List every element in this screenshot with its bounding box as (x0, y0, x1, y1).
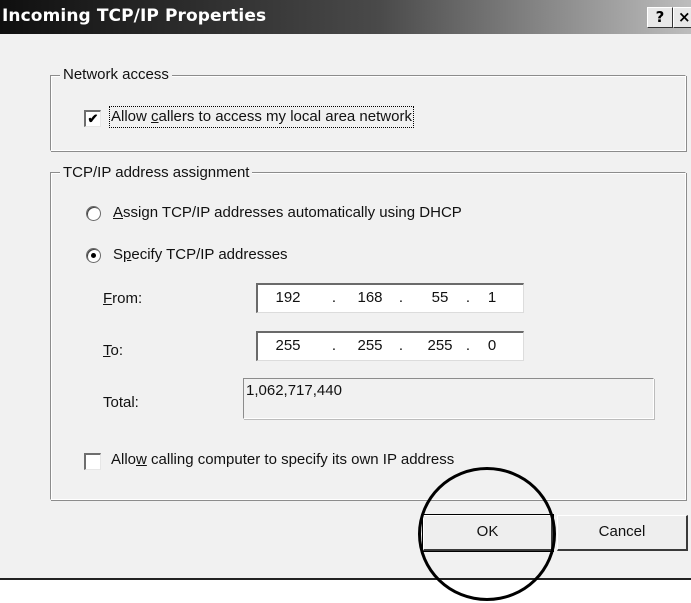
help-button[interactable]: ? (647, 7, 673, 28)
from-label: From: (103, 290, 143, 307)
allow-own-ip-label[interactable]: Allow calling computer to specify its ow… (111, 451, 454, 469)
allow-lan-access-label[interactable]: Allow callers to access my local area ne… (109, 106, 414, 128)
from-ip-octet-4[interactable]: 1 (472, 285, 512, 311)
dhcp-radio-label[interactable]: Assign TCP/IP addresses automatically us… (113, 204, 462, 222)
ip-separator: . (398, 289, 404, 306)
title-bar[interactable]: Incoming TCP/IP Properties ? × (0, 0, 691, 34)
to-ip-octet-3[interactable]: 255 (420, 333, 460, 359)
from-ip-octet-2[interactable]: 168 (350, 285, 390, 311)
radio-selected-dot (91, 253, 96, 258)
tcpip-assignment-legend: TCP/IP address assignment (60, 164, 253, 182)
ip-separator: . (398, 337, 404, 354)
ip-separator: . (331, 289, 337, 306)
allow-own-ip-checkbox[interactable] (84, 453, 101, 470)
checkmark-icon: ✔ (87, 111, 99, 126)
to-ip-field[interactable]: 255 . 255 . 255 . 0 (256, 331, 524, 361)
dhcp-radio[interactable] (86, 206, 101, 221)
from-ip-octet-3[interactable]: 55 (420, 285, 460, 311)
to-ip-octet-1[interactable]: 255 (268, 333, 308, 359)
dialog-title: Incoming TCP/IP Properties (2, 6, 267, 26)
from-ip-field[interactable]: 192 . 168 . 55 . 1 (256, 283, 524, 313)
from-ip-octet-1[interactable]: 192 (268, 285, 308, 311)
ip-separator: . (331, 337, 337, 354)
ok-button[interactable]: OK (422, 514, 554, 552)
network-access-legend: Network access (60, 66, 172, 84)
ip-separator: . (465, 289, 471, 306)
total-label: Total: (103, 394, 139, 411)
total-value-field: 1,062,717,440 (243, 378, 654, 419)
incoming-tcpip-properties-dialog: Incoming TCP/IP Properties ? × Network a… (0, 0, 691, 580)
to-label: To: (103, 342, 124, 359)
ip-separator: . (465, 337, 471, 354)
specify-addresses-radio-label[interactable]: Specify TCP/IP addresses (113, 246, 288, 264)
allow-lan-access-checkbox[interactable]: ✔ (84, 110, 101, 127)
to-ip-octet-2[interactable]: 255 (350, 333, 390, 359)
cancel-button[interactable]: Cancel (557, 515, 688, 551)
to-ip-octet-4[interactable]: 0 (472, 333, 512, 359)
close-button[interactable]: × (673, 7, 691, 28)
specify-addresses-radio[interactable] (86, 248, 101, 263)
